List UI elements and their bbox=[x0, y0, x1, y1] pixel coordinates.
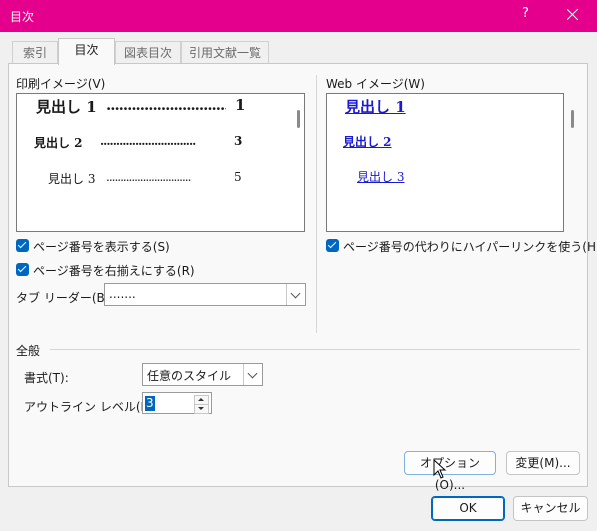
print-line-2: 見出し 2 .............................. 3 bbox=[34, 134, 254, 152]
print-line-3-leader: .............................. bbox=[106, 170, 191, 184]
vertical-divider bbox=[316, 75, 317, 333]
ok-button[interactable]: OK bbox=[431, 496, 505, 521]
print-line-3-text: 見出し 3 bbox=[48, 172, 96, 186]
chevron-down-icon[interactable] bbox=[286, 284, 305, 305]
web-link-1[interactable]: 見出し 1 bbox=[345, 96, 406, 117]
tab-toc[interactable]: 目次 bbox=[58, 38, 115, 65]
help-button[interactable]: ? bbox=[522, 6, 529, 21]
format-label: 書式(T): bbox=[24, 371, 69, 385]
show-page-numbers-label[interactable]: ページ番号を表示する(S) bbox=[33, 238, 170, 255]
outline-level-value[interactable]: 3 bbox=[145, 396, 155, 411]
print-preview-label: 印刷イメージ(V) bbox=[16, 77, 106, 91]
hyperlinks-checkbox[interactable] bbox=[326, 239, 339, 252]
tab-citations[interactable]: 引用文献一覧 bbox=[181, 41, 269, 63]
window-title: 目次 bbox=[10, 10, 35, 24]
general-heading: 全般 bbox=[16, 344, 41, 358]
tab-leader-value: ....... bbox=[109, 287, 136, 301]
spin-down-icon[interactable] bbox=[194, 404, 209, 414]
close-icon[interactable] bbox=[560, 4, 586, 26]
print-line-1-text: 見出し 1 bbox=[36, 98, 97, 116]
print-line-3-page: 5 bbox=[234, 170, 242, 184]
print-line-2-text: 見出し 2 bbox=[34, 136, 83, 150]
tab-leader-select[interactable]: ....... bbox=[104, 283, 306, 306]
format-value: 任意のスタイル bbox=[147, 369, 232, 383]
mouse-cursor-icon bbox=[433, 459, 447, 479]
right-align-checkbox[interactable] bbox=[16, 263, 29, 276]
format-select[interactable]: 任意のスタイル bbox=[142, 363, 263, 386]
web-preview-label: Web イメージ(W) bbox=[326, 77, 425, 91]
tab-index[interactable]: 索引 bbox=[12, 41, 58, 63]
web-link-2[interactable]: 見出し 2 bbox=[343, 133, 392, 150]
outline-level-label: アウトライン レベル(L): bbox=[24, 400, 156, 414]
general-divider bbox=[50, 349, 580, 350]
print-line-3: 見出し 3 .............................. 5 bbox=[48, 170, 258, 188]
show-page-numbers-checkbox[interactable] bbox=[16, 239, 29, 252]
outline-level-spinner[interactable]: 3 bbox=[142, 392, 212, 414]
chevron-down-icon[interactable] bbox=[243, 364, 262, 385]
print-line-1-page: 1 bbox=[235, 96, 246, 114]
cancel-button[interactable]: キャンセル bbox=[513, 496, 588, 521]
print-line-1: 見出し 1 .............................. 1 bbox=[36, 96, 256, 116]
options-button[interactable]: オプション(O)... bbox=[404, 451, 496, 492]
print-preview-scrollbar[interactable] bbox=[297, 110, 300, 128]
print-line-1-leader: .............................. bbox=[106, 96, 226, 114]
tab-leader-label: タブ リーダー(B): bbox=[16, 291, 114, 305]
right-align-label[interactable]: ページ番号を右揃えにする(R) bbox=[33, 262, 195, 279]
title-bar bbox=[0, 0, 597, 32]
web-preview: 見出し 1 見出し 2 見出し 3 bbox=[326, 93, 564, 232]
print-line-2-page: 3 bbox=[234, 134, 243, 148]
print-preview: 見出し 1 .............................. 1 見… bbox=[16, 93, 305, 232]
web-preview-scrollbar[interactable] bbox=[571, 110, 574, 128]
tab-figures[interactable]: 図表目次 bbox=[115, 41, 181, 63]
web-link-3[interactable]: 見出し 3 bbox=[357, 168, 404, 185]
hyperlinks-label[interactable]: ページ番号の代わりにハイパーリンクを使う(H) bbox=[343, 238, 597, 255]
print-line-2-leader: .............................. bbox=[100, 134, 196, 148]
modify-button[interactable]: 変更(M)... bbox=[506, 451, 580, 475]
